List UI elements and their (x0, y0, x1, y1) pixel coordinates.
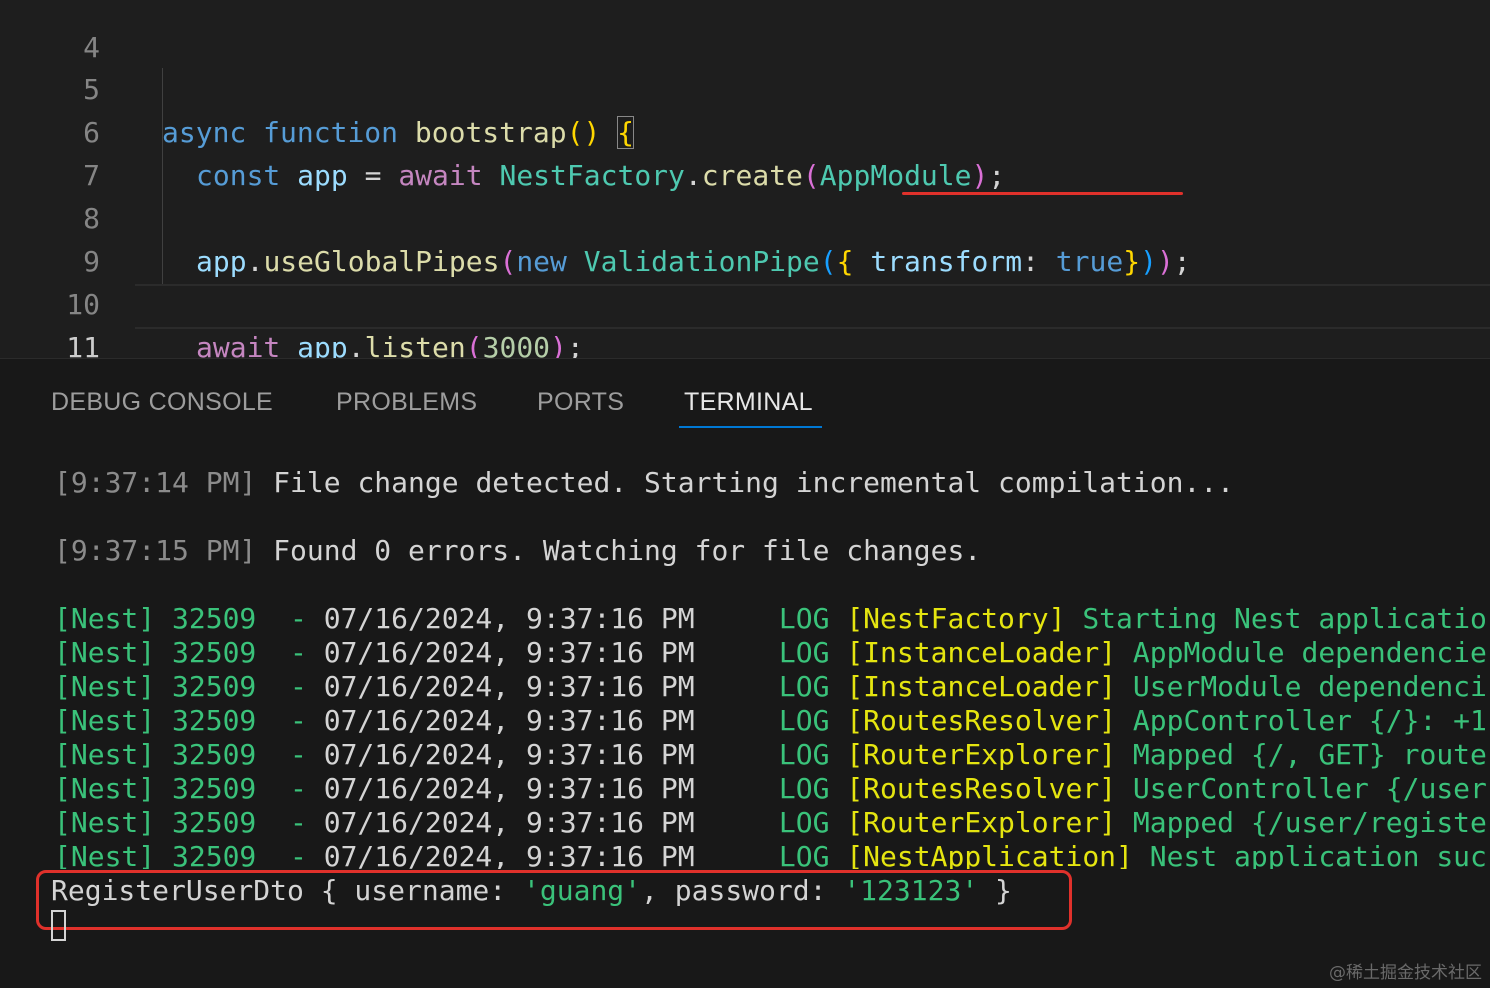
log-context: [InstanceLoader] (846, 636, 1117, 669)
log-context: [RoutesResolver] (846, 772, 1117, 805)
log-line: [Nest] 32509 - 07/16/2024, 9:37:16 PM LO… (54, 806, 1490, 840)
tab-debug-console[interactable]: DEBUG CONSOLE (51, 385, 273, 421)
log-context: [RouterExplorer] (846, 806, 1117, 839)
tab-problems[interactable]: PROBLEMS (336, 385, 477, 421)
panel-tabs: DEBUG CONSOLE PROBLEMS PORTS TERMINAL (0, 359, 1490, 429)
log-level: LOG (694, 670, 847, 703)
log-prefix: [Nest] 32509 - (54, 840, 324, 869)
active-tab-indicator (679, 426, 822, 428)
log-prefix: [Nest] 32509 - (54, 806, 324, 839)
log-level: LOG (694, 806, 847, 839)
watermark: @稀土掘金技术社区 (1329, 963, 1482, 983)
log-date: 07/16/2024, 9:37:16 PM (323, 772, 695, 805)
log-level: LOG (694, 738, 847, 771)
log-message: AppController {/}: +1 (1116, 704, 1487, 737)
bottom-panel: DEBUG CONSOLE PROBLEMS PORTS TERMINAL [9… (0, 358, 1490, 988)
log-line: [Nest] 32509 - 07/16/2024, 9:37:16 PM LO… (54, 670, 1490, 704)
log-message: Starting Nest applicatio (1065, 602, 1487, 635)
code-line-8[interactable]: 8 app.useGlobalPipes(new ValidationPipe(… (0, 154, 1490, 278)
log-context: [NestFactory] (846, 602, 1066, 635)
code-line-6[interactable]: 6 const app = await NestFactory.create(A… (0, 68, 1490, 192)
code-line-10[interactable]: 10 await app.listen(3000); (0, 240, 1490, 358)
log-prefix: [Nest] 32509 - (54, 636, 324, 669)
log-date: 07/16/2024, 9:37:16 PM (323, 602, 695, 635)
log-level: LOG (694, 636, 847, 669)
log-level: LOG (694, 704, 847, 737)
log-prefix: [Nest] 32509 - (54, 704, 324, 737)
code-line-11[interactable]: 11 } (0, 283, 1490, 358)
annotation-underline (902, 192, 1183, 195)
log-context: [RouterExplorer] (846, 738, 1117, 771)
terminal-cursor (51, 910, 66, 941)
code-line-9[interactable]: 9 (0, 197, 1490, 278)
log-date: 07/16/2024, 9:37:16 PM (323, 840, 695, 869)
code-line-7[interactable]: 7 (0, 111, 1490, 192)
code-editor[interactable]: 4 5 async function bootstrap() { 6 const… (0, 0, 1490, 358)
log-message: AppModule dependencie (1116, 636, 1487, 669)
log-level: LOG (694, 840, 847, 869)
terminal-line: [9:37:14 PM] File change detected. Start… (54, 466, 1490, 500)
code-line-4[interactable]: 4 (0, 0, 1490, 64)
log-line: [Nest] 32509 - 07/16/2024, 9:37:16 PM LO… (54, 772, 1490, 806)
code-line-12[interactable]: 12 bootstrap(); (0, 326, 1490, 358)
log-line: [Nest] 32509 - 07/16/2024, 9:37:16 PM LO… (54, 704, 1490, 738)
log-line: [Nest] 32509 - 07/16/2024, 9:37:16 PM LO… (54, 636, 1490, 670)
log-date: 07/16/2024, 9:37:16 PM (323, 806, 695, 839)
log-date: 07/16/2024, 9:37:16 PM (323, 670, 695, 703)
log-prefix: [Nest] 32509 - (54, 738, 324, 771)
code-line-5[interactable]: 5 async function bootstrap() { (0, 25, 1490, 149)
terminal-line: [9:37:15 PM] Found 0 errors. Watching fo… (54, 534, 1490, 568)
log-message: Nest application suc (1132, 840, 1487, 869)
log-message: UserController {/user (1116, 772, 1487, 805)
log-context: [NestApplication] (846, 840, 1133, 869)
log-context: [RoutesResolver] (846, 704, 1117, 737)
terminal-message: File change detected. Starting increment… (256, 466, 1235, 499)
log-date: 07/16/2024, 9:37:16 PM (323, 636, 695, 669)
log-level: LOG (694, 772, 847, 805)
log-message: Mapped {/user/registe (1116, 806, 1487, 839)
log-prefix: [Nest] 32509 - (54, 602, 324, 635)
log-line: [Nest] 32509 - 07/16/2024, 9:37:16 PM LO… (54, 840, 1490, 869)
log-date: 07/16/2024, 9:37:16 PM (323, 704, 695, 737)
log-line: [Nest] 32509 - 07/16/2024, 9:37:16 PM LO… (54, 602, 1490, 636)
log-date: 07/16/2024, 9:37:16 PM (323, 738, 695, 771)
log-prefix: [Nest] 32509 - (54, 772, 324, 805)
terminal-message: Found 0 errors. Watching for file change… (256, 534, 982, 567)
tab-terminal[interactable]: TERMINAL (684, 385, 813, 421)
log-message: UserModule dependenci (1116, 670, 1487, 703)
log-context: [InstanceLoader] (846, 670, 1117, 703)
annotation-box (36, 870, 1072, 930)
log-line: [Nest] 32509 - 07/16/2024, 9:37:16 PM LO… (54, 738, 1490, 772)
timestamp: [9:37:15 PM] (54, 534, 257, 567)
log-prefix: [Nest] 32509 - (54, 670, 324, 703)
log-level: LOG (694, 602, 847, 635)
tab-ports[interactable]: PORTS (537, 385, 624, 421)
timestamp: [9:37:14 PM] (54, 466, 257, 499)
log-message: Mapped {/, GET} route (1116, 738, 1487, 771)
